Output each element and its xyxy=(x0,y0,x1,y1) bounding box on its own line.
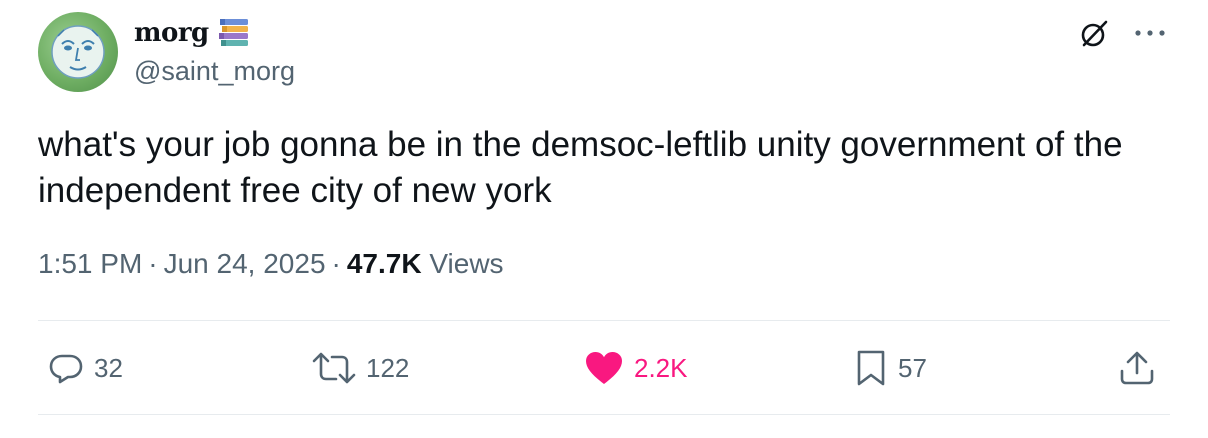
retweet-icon xyxy=(312,352,356,384)
share-button[interactable] xyxy=(1118,348,1156,388)
author-display-name[interactable]: morg xyxy=(134,18,209,48)
author-avatar[interactable] xyxy=(38,12,118,92)
meta-separator: · xyxy=(148,248,158,279)
grok-icon[interactable] xyxy=(1078,18,1110,50)
reply-icon xyxy=(49,354,83,384)
divider-bottom xyxy=(38,414,1170,415)
divider-top xyxy=(38,320,1170,321)
books-icon xyxy=(217,17,251,49)
reply-button[interactable]: 32 xyxy=(48,348,123,388)
tweet-meta: 1:51 PM · Jun 24, 2025 · 47.7K Views xyxy=(38,248,504,280)
retweet-button[interactable]: 122 xyxy=(312,348,409,388)
tweet-text: what's your job gonna be in the demsoc-l… xyxy=(38,125,1123,210)
like-button[interactable]: 2.2K xyxy=(584,348,688,388)
more-options-icon[interactable] xyxy=(1130,18,1170,48)
share-icon xyxy=(1120,351,1154,385)
tweet-time[interactable]: 1:51 PM xyxy=(38,248,142,280)
views-count[interactable]: 47.7K xyxy=(347,248,422,280)
tweet-date[interactable]: Jun 24, 2025 xyxy=(164,248,326,280)
moon-face-avatar-icon xyxy=(51,25,105,79)
bookmark-button[interactable]: 57 xyxy=(854,348,927,388)
author-handle[interactable]: @saint_morg xyxy=(134,56,295,87)
tweet-card: morg @saint_morg what's your job gonna b… xyxy=(0,0,1208,438)
bookmark-count: 57 xyxy=(898,352,927,383)
retweet-count: 122 xyxy=(366,352,410,383)
like-count: 2.2K xyxy=(634,352,688,383)
meta-separator: · xyxy=(331,248,341,279)
heart-icon xyxy=(586,352,622,384)
bookmark-icon xyxy=(857,350,885,386)
views-label[interactable]: Views xyxy=(429,248,503,280)
author-name-row[interactable]: morg xyxy=(134,16,251,50)
reply-count: 32 xyxy=(94,352,123,383)
